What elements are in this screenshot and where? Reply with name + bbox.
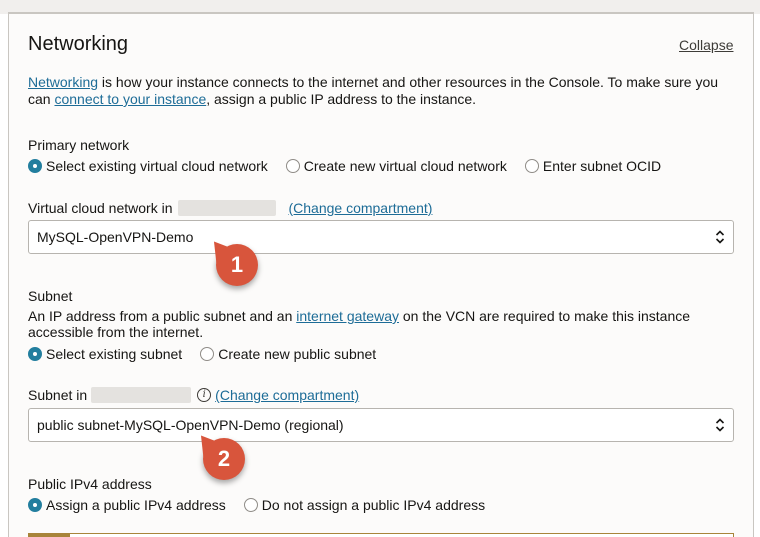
callout-marker-1: 1: [216, 244, 258, 286]
subnet-select-value: public subnet-MySQL-OpenVPN-Demo (region…: [37, 417, 344, 433]
subnet-help-text: An IP address from a public subnet and a…: [28, 308, 728, 340]
select-chevron-icon: [715, 230, 725, 244]
vcn-compartment-row: Virtual cloud network in (Change compart…: [28, 200, 432, 216]
vcn-label: Virtual cloud network in: [28, 200, 173, 216]
radio-do-not-assign-public-ipv4[interactable]: Do not assign a public IPv4 address: [243, 497, 486, 513]
subnet-compartment-row: Subnet in i (Change compartment): [28, 387, 359, 403]
select-chevron-icon: [715, 418, 725, 432]
radio-selected-icon: [28, 159, 42, 173]
radio-label: Create new virtual cloud network: [303, 158, 507, 174]
vcn-change-compartment-link[interactable]: (Change compartment): [288, 200, 432, 216]
subnet-in-label: Subnet in: [28, 387, 88, 403]
radio-unselected-icon: [200, 347, 215, 361]
public-ipv4-label: Public IPv4 address: [28, 476, 152, 492]
internet-gateway-link[interactable]: internet gateway: [296, 308, 399, 324]
radio-selected-icon: [28, 347, 42, 361]
networking-help-link[interactable]: Networking: [28, 74, 98, 90]
radio-create-new-public-subnet[interactable]: Create new public subnet: [200, 346, 376, 362]
redacted-compartment: [178, 200, 277, 216]
radio-create-new-vcn[interactable]: Create new virtual cloud network: [285, 158, 507, 174]
radio-assign-public-ipv4[interactable]: Assign a public IPv4 address: [28, 497, 226, 513]
info-icon[interactable]: i: [197, 388, 212, 402]
subnet-radio-group: Select existing subnet Create new public…: [28, 346, 394, 362]
radio-selected-icon: [28, 498, 42, 512]
radio-label: Select existing virtual cloud network: [46, 158, 268, 174]
section-title: Networking: [28, 33, 129, 55]
radio-select-existing-vcn[interactable]: Select existing virtual cloud network: [28, 158, 268, 174]
radio-select-existing-subnet[interactable]: Select existing subnet: [28, 346, 182, 362]
public-ipv4-radio-group: Assign a public IPv4 address Do not assi…: [28, 497, 503, 513]
connect-instance-link[interactable]: connect to your instance: [54, 91, 206, 107]
radio-label: Create new public subnet: [218, 346, 377, 362]
subnet-label: Subnet: [28, 288, 73, 304]
redacted-compartment: [91, 387, 192, 403]
subnet-change-compartment-link[interactable]: (Change compartment): [215, 387, 359, 403]
callout-marker-2: 2: [203, 438, 245, 480]
radio-label: Assign a public IPv4 address: [46, 497, 226, 513]
warning-banner-edge: [28, 533, 734, 537]
radio-enter-subnet-ocid[interactable]: Enter subnet OCID: [524, 158, 662, 174]
radio-label: Select existing subnet: [46, 346, 183, 362]
vcn-select-value: MySQL-OpenVPN-Demo: [37, 229, 194, 245]
subnet-select[interactable]: public subnet-MySQL-OpenVPN-Demo (region…: [28, 408, 734, 442]
primary-network-radio-group: Select existing virtual cloud network Cr…: [28, 158, 679, 174]
radio-unselected-icon: [285, 159, 300, 173]
radio-label: Enter subnet OCID: [542, 158, 662, 174]
networking-description: Networking is how your instance connects…: [28, 74, 740, 108]
vcn-select[interactable]: MySQL-OpenVPN-Demo: [28, 220, 734, 254]
radio-unselected-icon: [243, 498, 258, 512]
subnet-help-text-1: An IP address from a public subnet and a…: [28, 308, 297, 324]
description-text-2: , assign a public IP address to the inst…: [206, 91, 477, 107]
collapse-link[interactable]: Collapse: [679, 37, 733, 53]
radio-unselected-icon: [524, 159, 539, 173]
radio-label: Do not assign a public IPv4 address: [261, 497, 486, 513]
primary-network-label: Primary network: [28, 137, 130, 153]
